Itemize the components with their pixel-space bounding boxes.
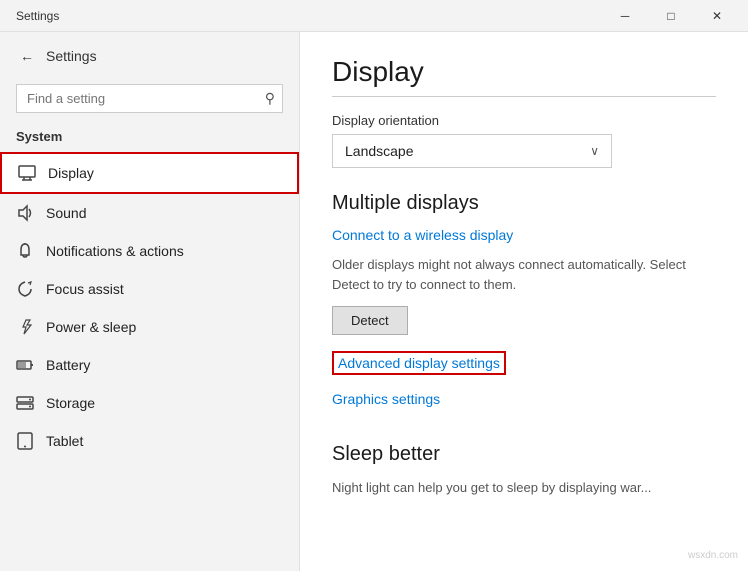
- sidebar: ← Settings ⚲ System Display: [0, 32, 300, 571]
- power-icon: [16, 318, 34, 336]
- orientation-dropdown[interactable]: Landscape ∨: [332, 134, 612, 168]
- sleep-section-heading: Sleep better: [332, 443, 716, 466]
- minimize-button[interactable]: ─: [602, 0, 648, 32]
- sidebar-app-title: Settings: [46, 48, 97, 64]
- search-box: ⚲: [16, 84, 283, 113]
- titlebar-controls: ─ □ ✕: [602, 0, 740, 32]
- sidebar-item-storage-label: Storage: [46, 395, 95, 411]
- sidebar-item-power[interactable]: Power & sleep: [0, 308, 299, 346]
- sidebar-top: ← Settings: [0, 32, 299, 80]
- battery-icon: [16, 356, 34, 374]
- app-body: ← Settings ⚲ System Display: [0, 32, 748, 571]
- focus-icon: [16, 280, 34, 298]
- multiple-displays-heading: Multiple displays: [332, 192, 716, 215]
- advanced-display-settings-link[interactable]: Advanced display settings: [332, 351, 506, 375]
- sidebar-item-notifications[interactable]: Notifications & actions: [0, 232, 299, 270]
- tablet-icon: [16, 432, 34, 450]
- sidebar-item-focus-label: Focus assist: [46, 281, 124, 297]
- search-icon: ⚲: [265, 90, 275, 107]
- sidebar-item-battery-label: Battery: [46, 357, 90, 373]
- sidebar-item-notifications-label: Notifications & actions: [46, 243, 184, 259]
- page-title: Display: [332, 56, 716, 88]
- close-button[interactable]: ✕: [694, 0, 740, 32]
- sidebar-item-display[interactable]: Display: [0, 152, 299, 194]
- display-icon: [18, 164, 36, 182]
- detect-button[interactable]: Detect: [332, 306, 408, 335]
- sidebar-item-battery[interactable]: Battery: [0, 346, 299, 384]
- sidebar-section-label: System: [0, 125, 299, 152]
- sound-icon: [16, 204, 34, 222]
- back-icon: ←: [20, 48, 34, 64]
- titlebar-title: Settings: [16, 9, 602, 23]
- sleep-section-description: Night light can help you get to sleep by…: [332, 478, 712, 498]
- graphics-settings-link[interactable]: Graphics settings: [332, 391, 440, 407]
- orientation-label: Display orientation: [332, 113, 716, 128]
- notifications-icon: [16, 242, 34, 260]
- watermark: wsxdn.com: [688, 550, 738, 561]
- sidebar-item-display-label: Display: [48, 165, 94, 181]
- sidebar-item-tablet-label: Tablet: [46, 433, 83, 449]
- storage-icon: [16, 394, 34, 412]
- sidebar-item-sound[interactable]: Sound: [0, 194, 299, 232]
- sidebar-item-storage[interactable]: Storage: [0, 384, 299, 422]
- sidebar-item-power-label: Power & sleep: [46, 319, 136, 335]
- chevron-down-icon: ∨: [590, 144, 599, 158]
- connect-wireless-link[interactable]: Connect to a wireless display: [332, 227, 513, 243]
- main-content: Display Display orientation Landscape ∨ …: [300, 32, 748, 571]
- sidebar-item-sound-label: Sound: [46, 205, 86, 221]
- titlebar: Settings ─ □ ✕: [0, 0, 748, 32]
- section-divider: [332, 96, 716, 97]
- sidebar-item-focus[interactable]: Focus assist: [0, 270, 299, 308]
- multiple-displays-description: Older displays might not always connect …: [332, 255, 712, 294]
- search-input[interactable]: [16, 84, 283, 113]
- maximize-button[interactable]: □: [648, 0, 694, 32]
- sidebar-item-tablet[interactable]: Tablet: [0, 422, 299, 460]
- orientation-value: Landscape: [345, 143, 414, 159]
- back-button[interactable]: ←: [16, 44, 38, 68]
